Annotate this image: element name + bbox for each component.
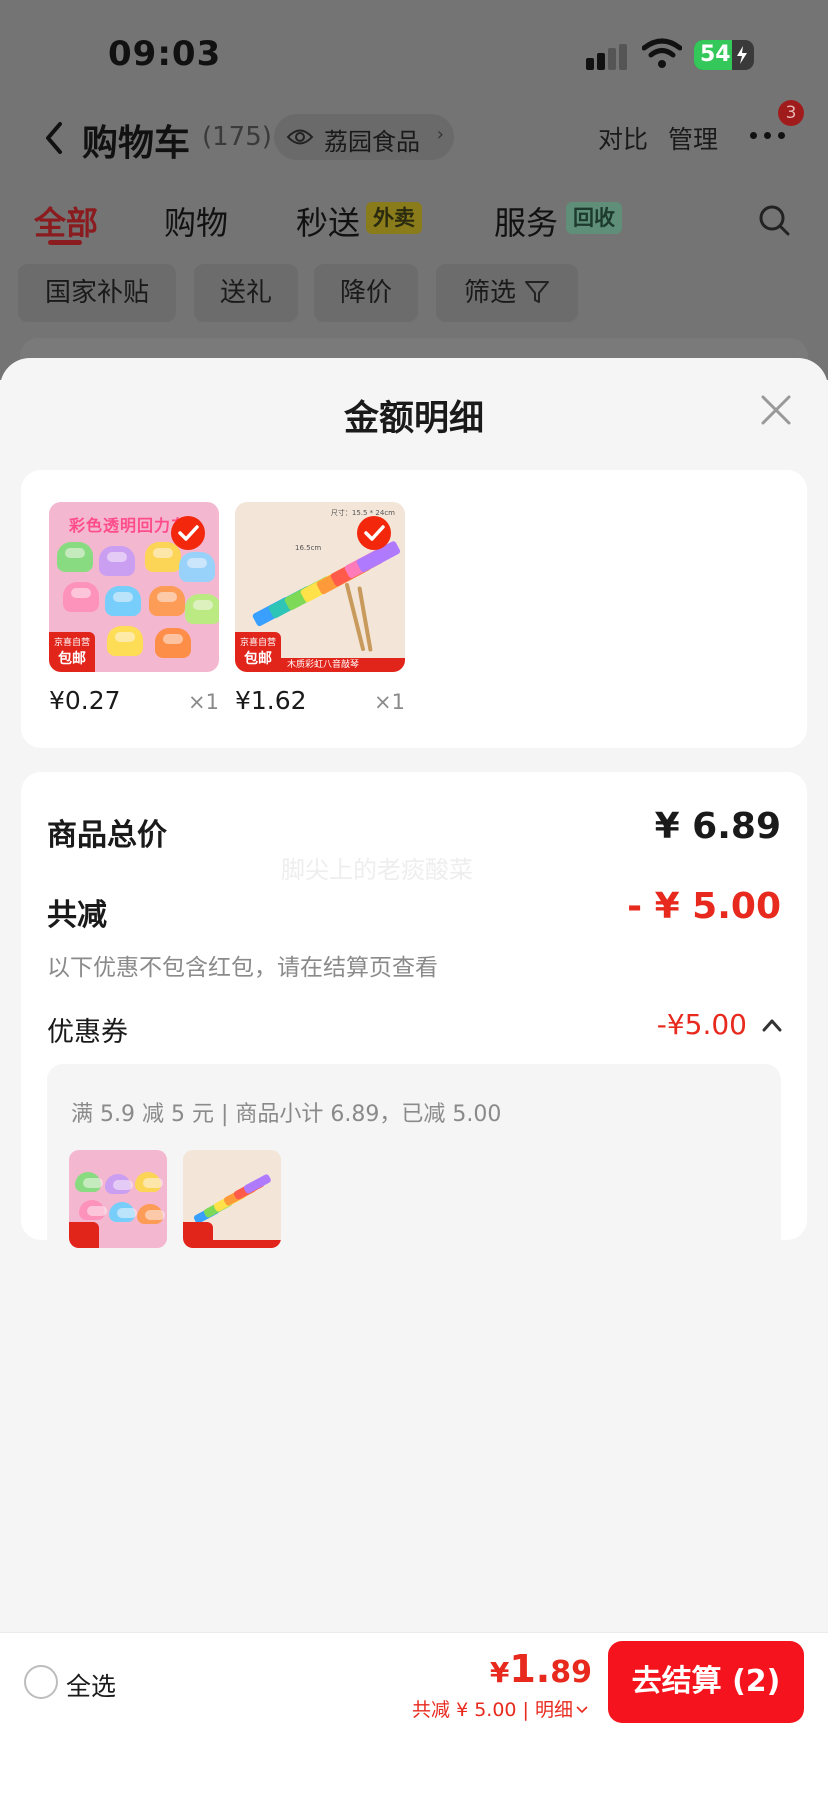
- home-indicator-area: [0, 1732, 828, 1795]
- amount-detail-sheet: 金额明细 彩色透明回力车 京喜自营 包邮 ¥0.27 ×1 尺寸：15.5 * …: [0, 358, 828, 1795]
- signal-icon: [586, 44, 630, 70]
- payable-total: ¥1.89: [489, 1647, 592, 1691]
- jd-free-shipping-tag: 京喜自营 包邮: [235, 632, 281, 672]
- product-qty: ×1: [374, 690, 405, 714]
- notification-badge: 3: [778, 100, 804, 126]
- manage-button[interactable]: 管理: [668, 120, 718, 156]
- product-item[interactable]: 彩色透明回力车 京喜自营 包邮 ¥0.27 ×1: [49, 502, 219, 716]
- product-price: ¥1.62: [235, 686, 307, 715]
- jd-free-shipping-tag: [183, 1222, 213, 1248]
- tab-express[interactable]: 秒送: [296, 198, 360, 244]
- status-time: 09:03: [108, 34, 222, 74]
- coupon-product-thumb: [69, 1150, 167, 1248]
- coupon-product-thumb: [183, 1150, 281, 1248]
- chip-filter-label: 筛选: [463, 278, 516, 308]
- check-icon: [357, 516, 391, 550]
- tab-active-indicator: [48, 240, 82, 245]
- watermark: 脚尖上的老痰酸菜: [281, 856, 473, 884]
- cart-count: (175): [202, 122, 272, 152]
- product-item[interactable]: 尺寸：15.5 * 24cm 16.5cm 京喜自营 包邮 木质彩虹八音敲琴 ¥…: [235, 502, 405, 716]
- price-summary-card: 商品总价 ¥ 6.89 脚尖上的老痰酸菜 共减 - ¥ 5.00 以下优惠不包含…: [21, 772, 807, 1274]
- filter-chips: 国家补贴 送礼 降价 筛选: [0, 264, 828, 324]
- select-all-label[interactable]: 全选: [66, 1667, 116, 1703]
- product-ruler: 16.5cm: [295, 544, 322, 552]
- checkout-button[interactable]: 去结算 (2): [608, 1641, 804, 1723]
- sheet-title: 金额明细: [343, 399, 484, 439]
- category-tabs: 全部 购物 秒送 外卖 服务 回收: [0, 190, 828, 250]
- product-image-xylophone: 尺寸：15.5 * 24cm 16.5cm 京喜自营 包邮 木质彩虹八音敲琴: [235, 502, 405, 672]
- background-page: 09:03 54 购物车 (175) 荔园食品 › 对比 管理 3 全部 购物 …: [0, 0, 828, 398]
- tab-express-tag: 外卖: [366, 202, 422, 234]
- filter-icon: [525, 281, 549, 303]
- coupon-description: 满 5.9 减 5 元 | 商品小计 6.89，已减 5.00: [71, 1102, 502, 1127]
- select-all-radio[interactable]: [24, 1665, 58, 1699]
- search-icon[interactable]: [758, 204, 790, 236]
- page-title: 购物车: [82, 123, 191, 164]
- chip-gift[interactable]: 送礼: [194, 264, 298, 322]
- selected-products-card: 彩色透明回力车 京喜自营 包邮 ¥0.27 ×1 尺寸：15.5 * 24cm …: [21, 470, 807, 748]
- coupon-label[interactable]: 优惠券: [47, 1010, 128, 1049]
- product-image-cars: 彩色透明回力车 京喜自营 包邮: [49, 502, 219, 672]
- chip-filter[interactable]: 筛选: [436, 264, 578, 322]
- chevron-up-icon[interactable]: [761, 1016, 783, 1034]
- store-pill[interactable]: 荔园食品 ›: [274, 114, 454, 160]
- total-reduce-value: - ¥ 5.00: [627, 886, 781, 927]
- total-reduce-label: 共减: [47, 898, 107, 933]
- chevron-right-icon: ›: [436, 124, 444, 145]
- product-qty: ×1: [188, 690, 219, 714]
- product-name-strip: 木质彩虹八音敲琴: [281, 658, 405, 672]
- total-price-value: ¥ 6.89: [654, 806, 781, 847]
- jd-free-shipping-tag: 京喜自营 包邮: [49, 632, 95, 672]
- checkout-bar: 全选 ¥1.89 共减 ¥ 5.00 | 明细 去结算 (2): [0, 1632, 828, 1732]
- battery-charging-icon: 54: [694, 40, 754, 70]
- jd-free-shipping-tag: [69, 1222, 99, 1248]
- more-icon[interactable]: [748, 132, 788, 142]
- wifi-icon: [642, 38, 682, 68]
- total-price-label: 商品总价: [47, 818, 167, 853]
- cart-nav-bar: 购物车 (175) 荔园食品 › 对比 管理 3: [0, 100, 828, 180]
- discount-note: 以下优惠不包含红包，请在结算页查看: [47, 955, 438, 981]
- discount-detail-text: 共减 ¥ 5.00 | 明细: [412, 1699, 573, 1721]
- check-icon: [171, 516, 205, 550]
- chip-price-drop[interactable]: 降价: [314, 264, 418, 322]
- eye-icon: [286, 129, 314, 145]
- product-price: ¥0.27: [49, 686, 121, 715]
- chip-national-subsidy[interactable]: 国家补贴: [18, 264, 176, 322]
- close-icon[interactable]: [760, 394, 792, 426]
- coupon-value[interactable]: -¥5.00: [657, 1008, 747, 1041]
- product-name-strip: [213, 1240, 281, 1248]
- discount-detail-link[interactable]: 共减 ¥ 5.00 | 明细: [412, 1695, 588, 1722]
- back-icon[interactable]: [40, 118, 70, 158]
- tab-service-tag: 回收: [566, 202, 622, 234]
- tab-service[interactable]: 服务: [494, 198, 558, 244]
- status-bar: 09:03 54: [0, 0, 828, 100]
- tab-shopping[interactable]: 购物: [164, 198, 228, 244]
- battery-level: 54: [700, 42, 731, 67]
- store-name: 荔园食品: [324, 128, 420, 156]
- compare-button[interactable]: 对比: [598, 120, 648, 156]
- coupon-detail-box: 满 5.9 减 5 元 | 商品小计 6.89，已减 5.00: [47, 1064, 781, 1274]
- chevron-down-icon: [576, 1706, 588, 1714]
- chip-price-drop-label: 降价: [339, 278, 392, 308]
- tab-all[interactable]: 全部: [34, 198, 98, 244]
